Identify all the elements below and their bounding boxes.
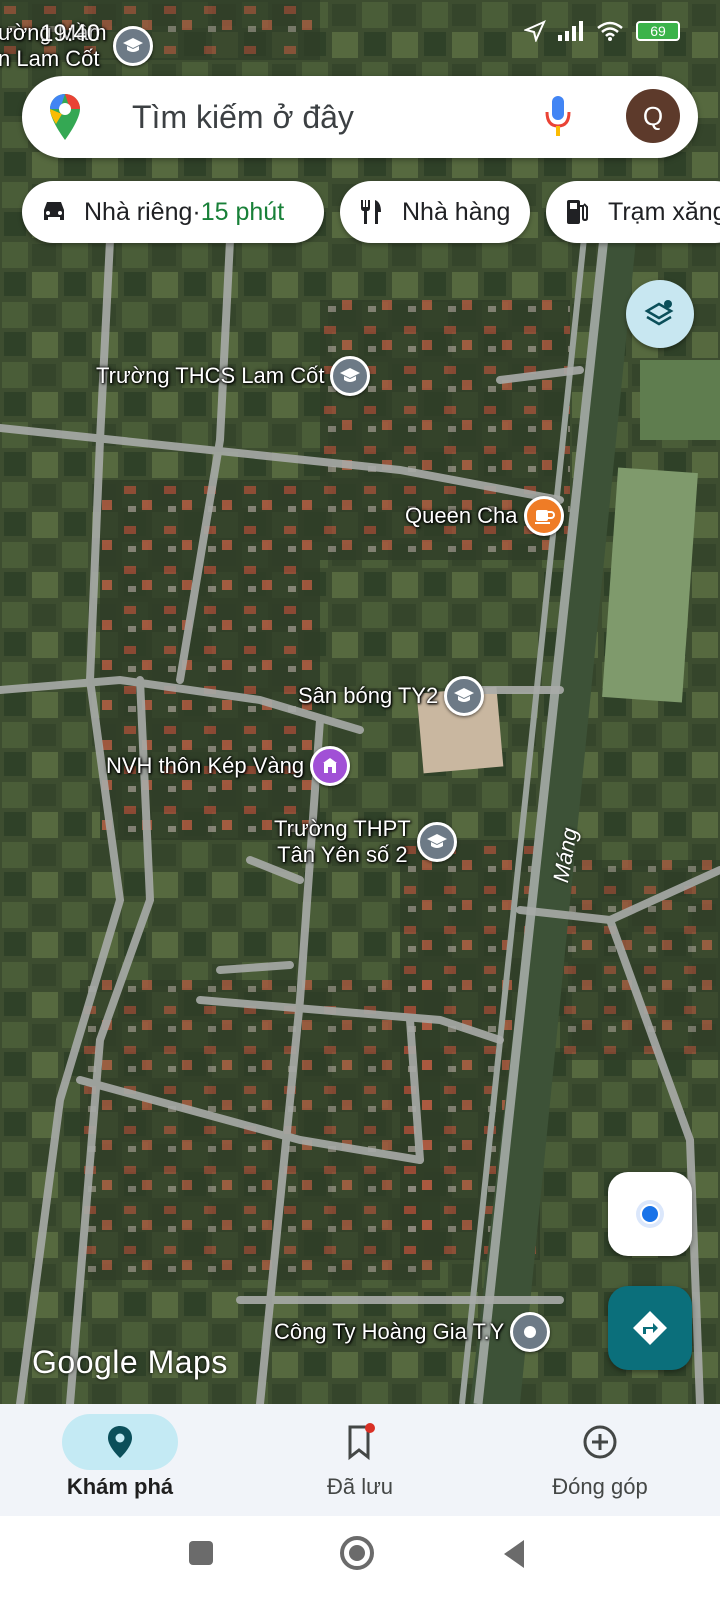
- car-icon: [44, 202, 64, 220]
- google-maps-logo-icon: [50, 94, 80, 140]
- status-icons: 69: [524, 20, 680, 42]
- back-icon[interactable]: [500, 1538, 528, 1570]
- google-maps-screen: ường Mầm n Lam Cốt Trường THCS Lam Cốt Q…: [0, 0, 720, 1601]
- school-icon: [416, 822, 457, 862]
- school-icon: [444, 676, 485, 716]
- search-bar[interactable]: Tìm kiếm ở đây Q: [22, 76, 698, 158]
- chip-label: Nhà riêng: [84, 197, 193, 226]
- poi-label: Sân bóng TY2: [298, 683, 439, 708]
- poi-nvh-kep-vang[interactable]: NVH thôn Kép Vàng: [106, 746, 351, 786]
- clock: 19:40: [40, 20, 101, 47]
- place-icon: [510, 1312, 551, 1352]
- bottom-navigation: Khám phá Đã lưu Đóng góp: [0, 1404, 720, 1516]
- landmark-icon: [310, 746, 351, 786]
- layers-icon: [644, 300, 674, 326]
- restaurant-icon: [361, 200, 381, 224]
- nav-label: Đã lưu: [326, 1474, 394, 1499]
- signal-icon: [558, 21, 583, 41]
- chip-restaurants[interactable]: Nhà hàng: [340, 181, 530, 243]
- system-navigation-bar: [0, 1516, 720, 1601]
- coffee-cup-icon: [523, 496, 564, 536]
- battery-icon: 69: [636, 21, 680, 41]
- poi-label-line1: Trường THPT: [274, 816, 411, 841]
- add-circle-icon: [583, 1425, 617, 1459]
- bookmark-icon: [348, 1423, 375, 1461]
- chip-separator: ·: [192, 197, 201, 226]
- search-input[interactable]: Tìm kiếm ở đây: [132, 99, 354, 136]
- layers-button[interactable]: [626, 280, 694, 348]
- nav-label: Đóng góp: [552, 1474, 648, 1499]
- poi-san-bong-ty2[interactable]: Sân bóng TY2: [298, 676, 485, 716]
- poi-label: Queen Cha: [405, 503, 518, 528]
- my-location-button[interactable]: [608, 1172, 692, 1256]
- poi-thpt-tan-yen-2[interactable]: Trường THPT Tân Yên số 2: [274, 816, 457, 868]
- poi-label: NVH thôn Kép Vàng: [106, 753, 305, 778]
- location-arrow-icon: [524, 20, 546, 42]
- school-icon: [330, 356, 371, 396]
- nav-explore[interactable]: Khám phá: [0, 1404, 240, 1516]
- home-icon[interactable]: [338, 1534, 376, 1572]
- google-maps-watermark: Google Maps: [32, 1344, 228, 1380]
- directions-icon: [633, 1311, 667, 1345]
- poi-queen-cha[interactable]: Queen Cha: [405, 496, 564, 536]
- nav-saved[interactable]: Đã lưu: [240, 1404, 480, 1516]
- nav-label: Khám phá: [66, 1474, 174, 1499]
- poi-label: Trường THCS Lam Cốt: [96, 363, 325, 388]
- account-avatar[interactable]: Q: [626, 89, 680, 143]
- chip-label: Trạm xăng: [608, 197, 720, 226]
- poi-label-line2: Tân Yên số 2: [277, 842, 408, 867]
- poi-thcs-lam-cot[interactable]: Trường THCS Lam Cốt: [96, 356, 371, 396]
- wifi-icon: [597, 21, 623, 41]
- status-bar: 19:40 69: [0, 0, 720, 58]
- location-pin-icon: [108, 1426, 132, 1458]
- microphone-icon[interactable]: [544, 94, 572, 140]
- chip-home[interactable]: Nhà riêng · 15 phút: [22, 181, 324, 243]
- nav-contribute[interactable]: Đóng góp: [480, 1404, 720, 1516]
- directions-button[interactable]: [608, 1286, 692, 1370]
- recents-icon[interactable]: [186, 1538, 216, 1568]
- poi-cong-ty-hoang-gia[interactable]: Công Ty Hoàng Gia T.Y: [274, 1312, 551, 1352]
- my-location-icon: [636, 1200, 664, 1228]
- chip-gas-stations[interactable]: Trạm xăng: [546, 181, 720, 243]
- chip-eta: 15 phút: [200, 197, 285, 226]
- poi-label: Công Ty Hoàng Gia T.Y: [274, 1319, 505, 1344]
- gas-station-icon: [567, 200, 588, 224]
- chip-label: Nhà hàng: [402, 197, 511, 226]
